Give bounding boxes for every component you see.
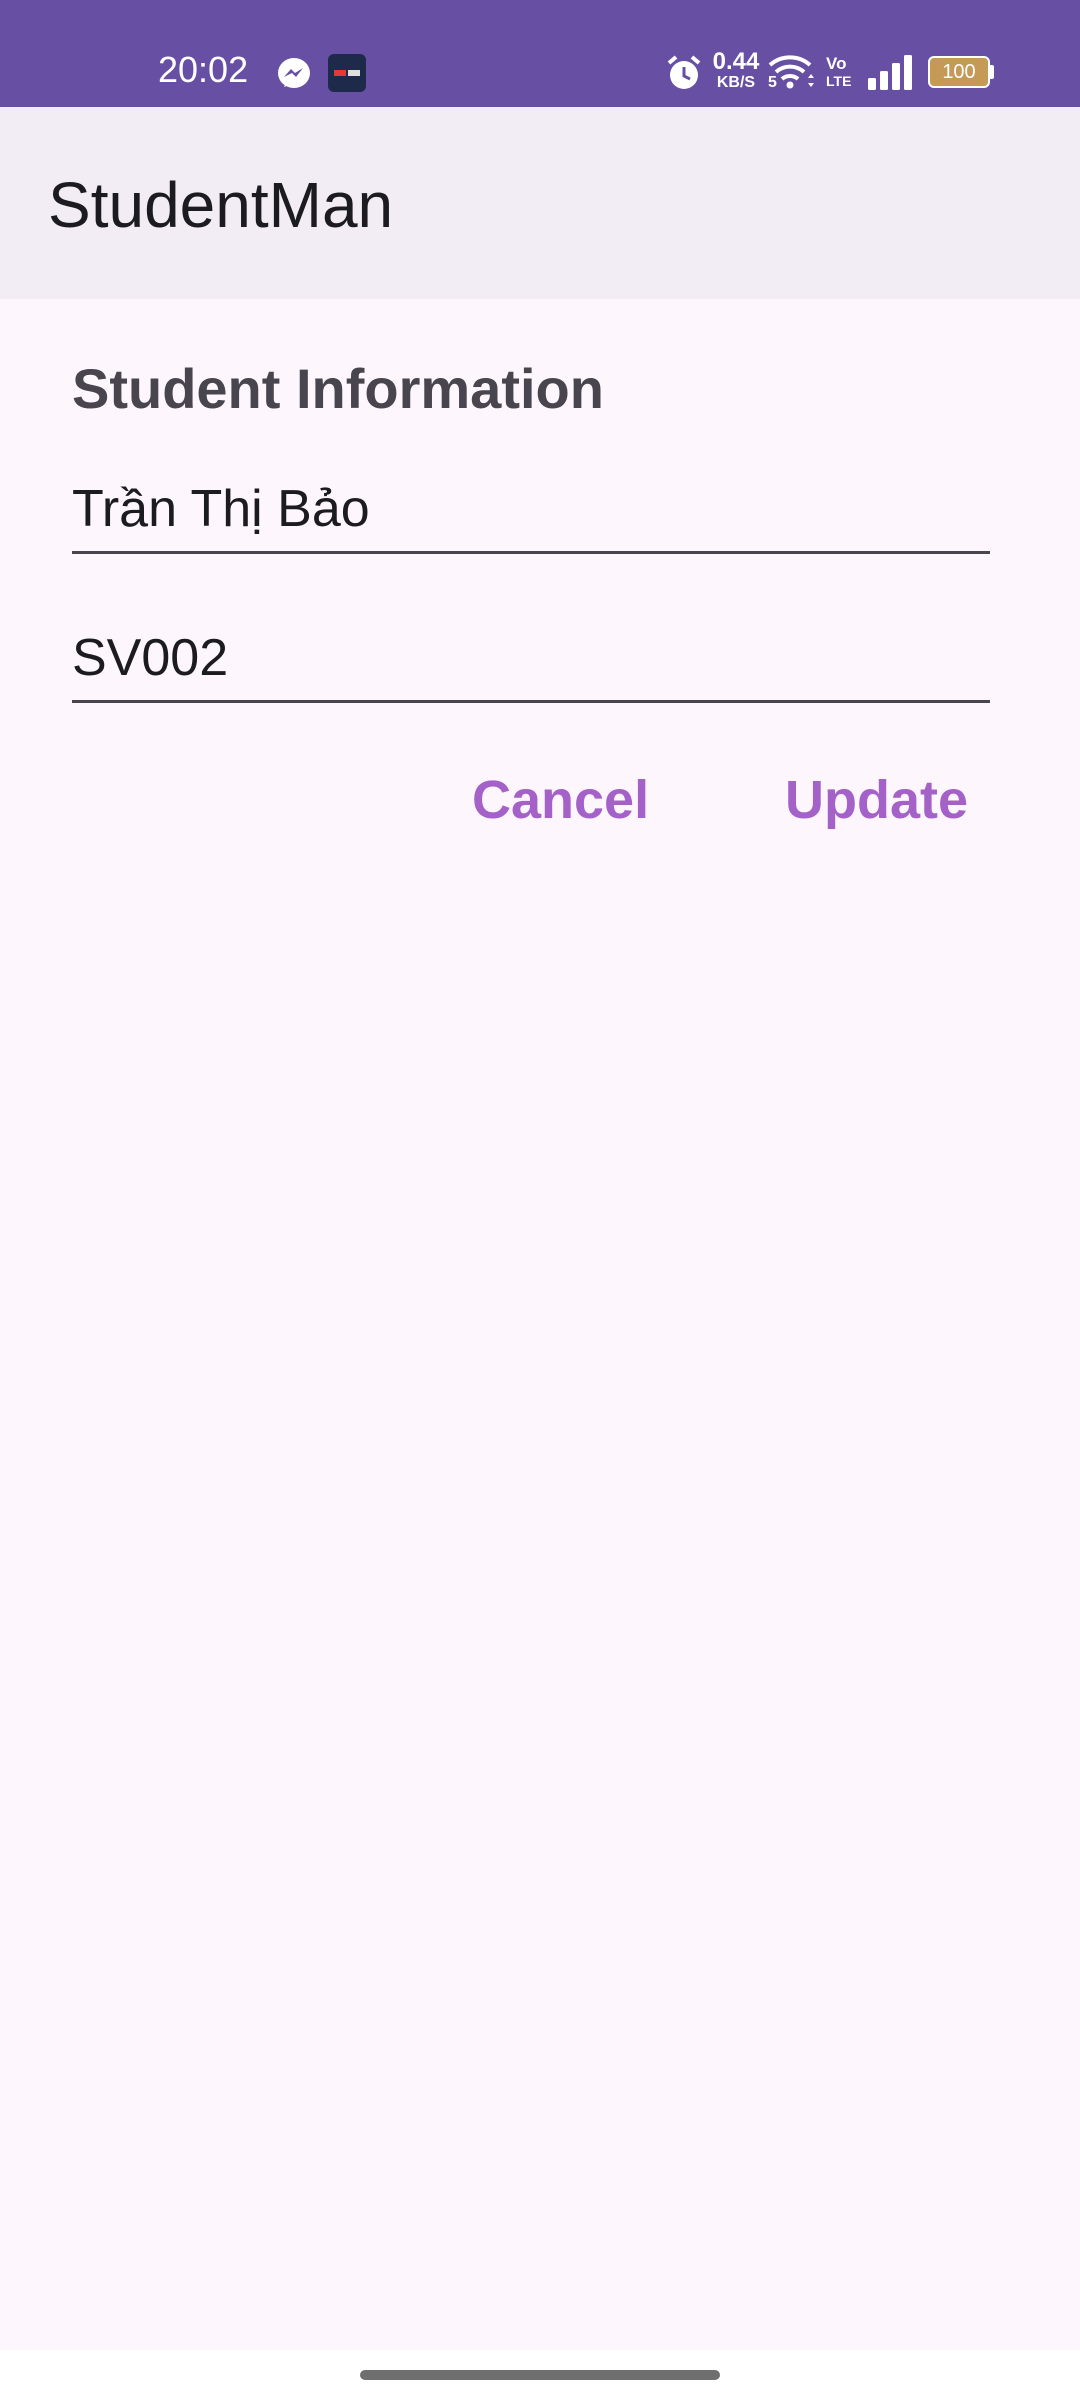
volte-icon: Vo LTE [826,54,852,89]
home-indicator[interactable] [360,2370,720,2380]
app-title: StudentMan [48,169,394,241]
top-app-bar: StudentMan [0,107,1080,299]
student-id-input[interactable] [72,626,990,690]
student-name-input[interactable] [72,477,990,541]
messenger-icon [278,58,310,88]
battery-icon: 100 [928,56,994,88]
status-bar: 20:02 0.44 KB/S 5 Vo LTE 100 [0,0,1080,107]
update-button[interactable]: Update [761,757,992,843]
student-form: Student Information Cancel Update [0,299,1080,2350]
wifi-band-label: 5 [768,74,777,91]
student-id-field[interactable] [72,600,990,703]
status-time: 20:02 [158,49,249,90]
network-speed: 0.44 KB/S [712,48,760,92]
form-heading: Student Information [72,357,604,420]
student-name-field[interactable] [72,451,990,554]
navigation-bar [0,2350,1080,2400]
alarm-icon [667,55,701,89]
cancel-button[interactable]: Cancel [448,757,673,843]
battery-level: 100 [942,61,976,83]
app-notification-icon [328,54,366,92]
signal-icon [868,55,912,90]
